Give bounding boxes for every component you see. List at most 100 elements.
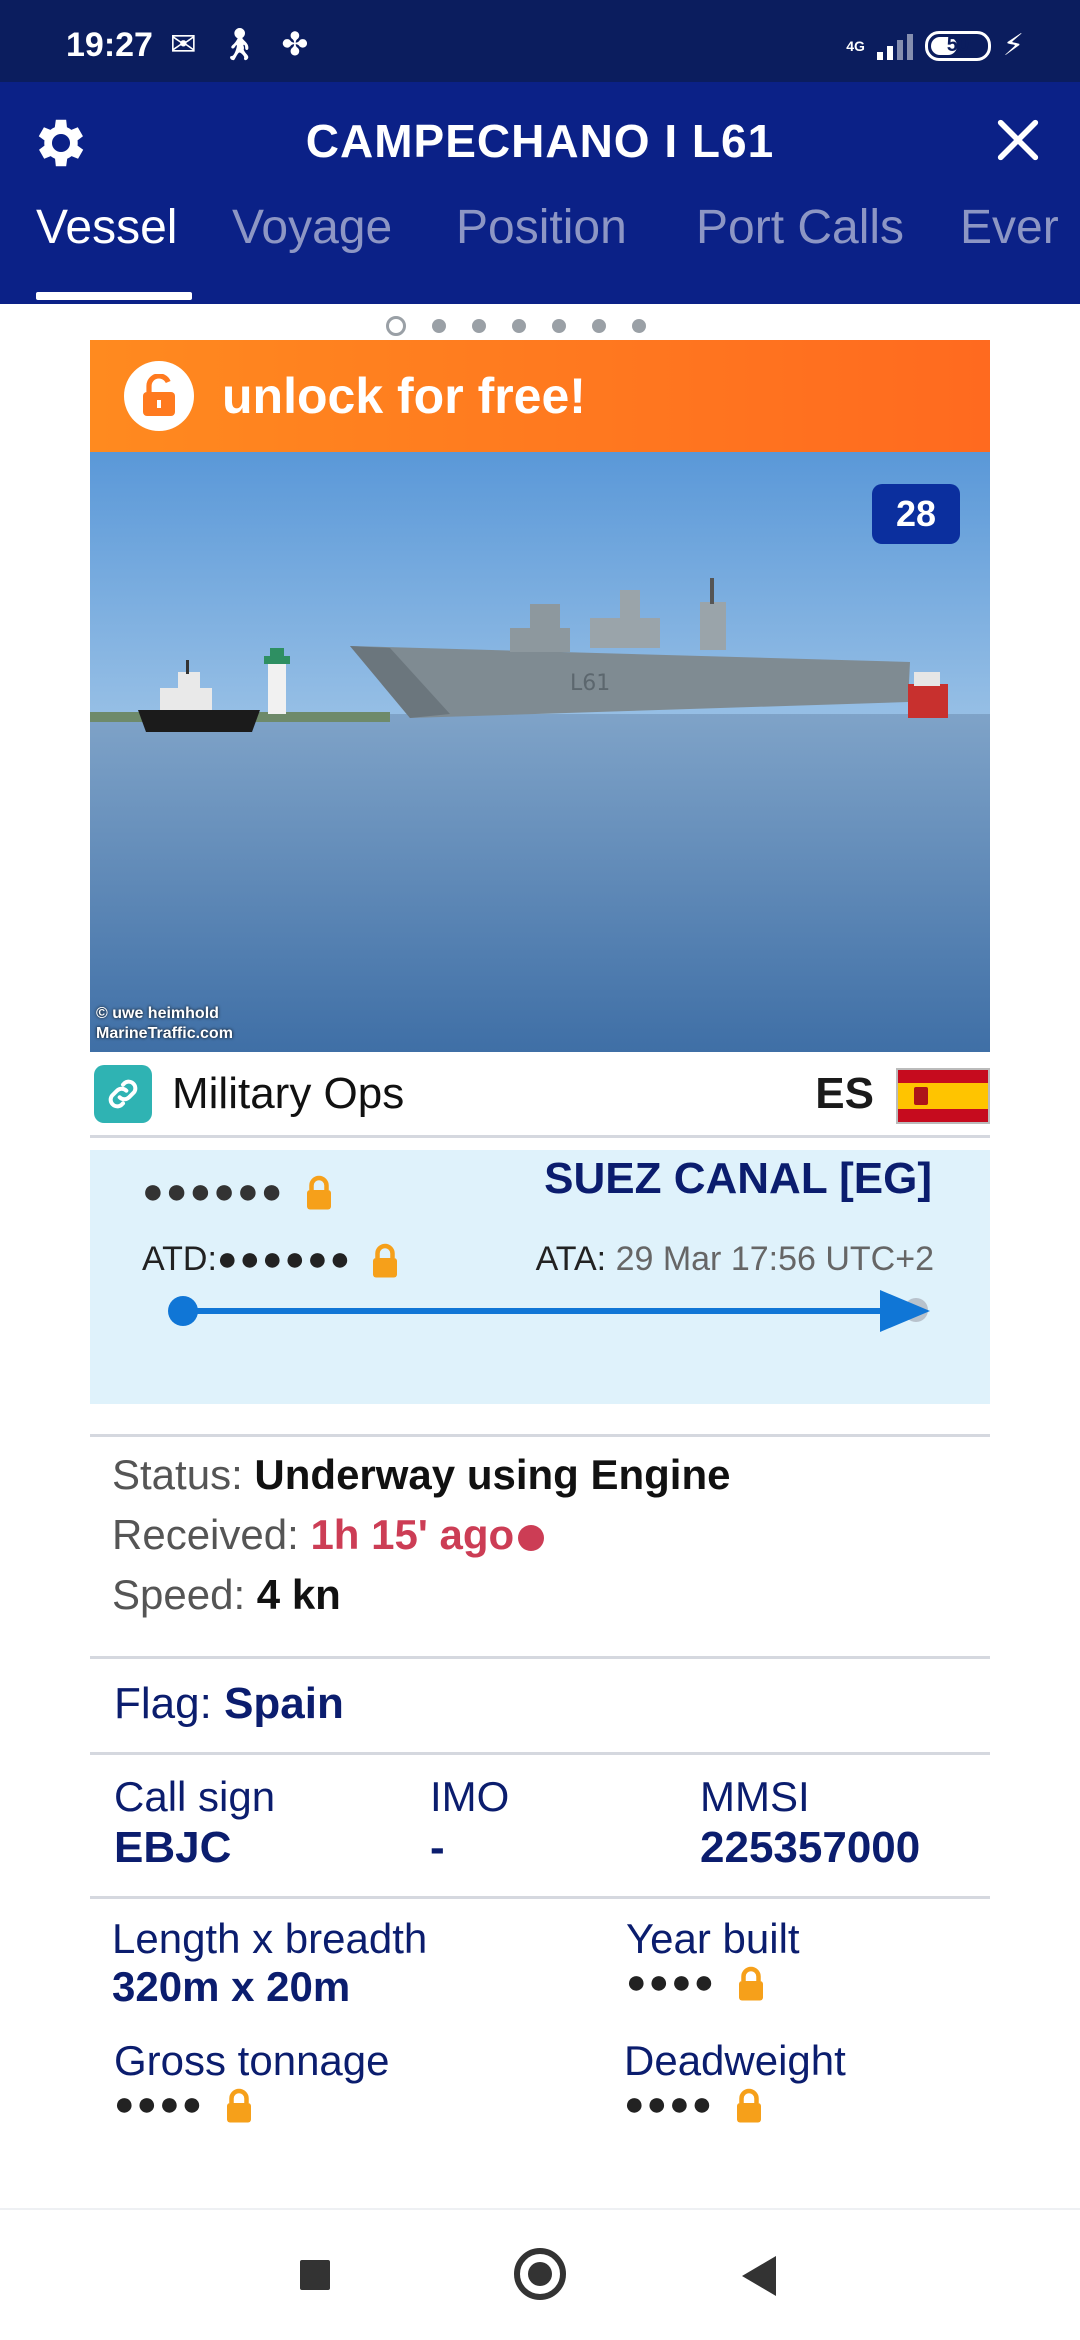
active-tab-indicator: [36, 292, 192, 300]
year-built-label: Year built: [626, 1915, 800, 1962]
flag-section: Flag: Spain: [90, 1656, 990, 1752]
unlock-icon: [124, 361, 194, 431]
deadweight-label: Deadweight: [624, 2037, 846, 2084]
tab-vessel[interactable]: Vessel: [36, 200, 177, 255]
unlock-label: unlock for free!: [222, 368, 586, 424]
lock-icon: [738, 1966, 763, 2001]
year-built-field: Year built ●●●●: [626, 1915, 800, 2002]
length-label: Length x breadth: [112, 1915, 428, 1962]
recents-button[interactable]: [300, 2260, 330, 2290]
page-dot: [592, 319, 606, 333]
voyage-start-marker: [168, 1296, 198, 1326]
length-value: 320m x 20m: [112, 1963, 351, 2010]
imo-label: IMO: [430, 1773, 510, 1820]
year-built-value: ●●●●: [626, 1963, 800, 2002]
tab-events[interactable]: Ever: [960, 200, 1059, 255]
ata-label: ATA:: [535, 1240, 607, 1278]
gross-tonnage-masked: ●●●●: [114, 2085, 205, 2123]
ship-image: L61: [90, 452, 990, 1052]
atd: ATD:●●●●●●: [142, 1240, 400, 1279]
mmsi-value: 225357000: [700, 1823, 921, 1872]
page-indicator: [386, 316, 646, 336]
tab-position[interactable]: Position: [456, 200, 627, 255]
vessel-type-label: Military Ops: [172, 1068, 405, 1118]
status-icons: ✉ 🚶︎ ✤: [170, 28, 308, 60]
received-value: 1h 15' ago: [310, 1511, 515, 1558]
atd-masked: ●●●●●●: [216, 1240, 353, 1278]
speed-value: 4 kn: [256, 1571, 341, 1618]
origin-port: ●●●●●●: [142, 1170, 334, 1212]
country-code: ES: [815, 1068, 874, 1118]
gross-tonnage-field: Gross tonnage ●●●●: [114, 2037, 390, 2124]
close-icon[interactable]: [992, 114, 1044, 166]
status-label: Status:: [112, 1451, 243, 1498]
speed-label: Speed:: [112, 1571, 246, 1618]
tab-port-calls[interactable]: Port Calls: [696, 200, 904, 255]
atd-label: ATD:: [142, 1240, 217, 1278]
mmsi-field: MMSI 225357000: [700, 1773, 920, 1873]
flag-row: Flag: Spain: [114, 1679, 344, 1729]
back-button[interactable]: [742, 2256, 776, 2296]
speed-row: Speed: 4 kn: [112, 1571, 341, 1619]
flag-value: Spain: [224, 1679, 344, 1728]
callsign-label: Call sign: [114, 1773, 276, 1820]
status-value: Underway using Engine: [254, 1451, 731, 1498]
year-built-masked: ●●●●: [626, 1963, 717, 2001]
received-row: Received: 1h 15' ago: [112, 1511, 545, 1559]
app-header: CAMPECHANO I L61 Vessel Voyage Position …: [0, 82, 1080, 304]
vessel-title: CAMPECHANO I L61: [305, 115, 775, 167]
page-dot: [512, 319, 526, 333]
mmsi-label: MMSI: [700, 1773, 810, 1820]
callsign-value: EBJC: [114, 1823, 232, 1872]
photo-credit-source: MarineTraffic.com: [96, 1025, 233, 1042]
status-time: 19:27: [66, 26, 153, 64]
lock-icon: [372, 1243, 397, 1278]
origin-masked: ●●●●●●: [142, 1170, 285, 1211]
status-right: 4G 50 ⚡︎: [846, 28, 1024, 63]
ata-value: 29 Mar 17:56 UTC+2: [615, 1240, 934, 1278]
message-icon: ✉: [170, 26, 197, 62]
voyage-summary[interactable]: ●●●●●● SUEZ CANAL [EG] ATD:●●●●●● ATA: 2…: [90, 1150, 990, 1404]
callsign-field: Call sign EBJC: [114, 1773, 275, 1873]
svg-text:L61: L61: [570, 671, 610, 696]
home-button[interactable]: [514, 2248, 566, 2300]
imo-value: -: [430, 1823, 445, 1872]
gross-tonnage-value: ●●●●: [114, 2085, 390, 2124]
tab-voyage[interactable]: Voyage: [232, 200, 392, 255]
battery-icon: 50: [924, 30, 991, 61]
battery-level: 50: [946, 34, 970, 56]
page-dot: [632, 319, 646, 333]
system-nav-bar: [0, 2210, 1080, 2340]
destination-port: SUEZ CANAL [EG]: [544, 1154, 932, 1203]
tab-bar: Vessel Voyage Position Port Calls Ever: [36, 200, 1080, 304]
lock-icon: [226, 2088, 251, 2123]
ata: ATA: 29 Mar 17:56 UTC+2: [536, 1240, 934, 1279]
voyage-arrow-icon: [880, 1290, 930, 1332]
deadweight-masked: ●●●●: [624, 2085, 715, 2123]
dimensions-section: Length x breadth 320m x 20m Year built ●…: [90, 1896, 990, 2206]
deadweight-value: ●●●●: [624, 2085, 846, 2124]
received-label: Received:: [112, 1511, 299, 1558]
page-dot: [472, 319, 486, 333]
network-label: 4G: [846, 37, 865, 54]
charging-icon: ⚡︎: [1002, 29, 1024, 62]
status-row: Status: Underway using Engine: [112, 1451, 731, 1499]
received-status-dot: [518, 1524, 545, 1551]
status-bar: 19:27 ✉ 🚶︎ ✤ 4G 50 ⚡︎: [0, 0, 1080, 82]
page-dot: [386, 316, 406, 336]
photo-credit: © uwe heimhold MarineTraffic.com: [96, 1004, 233, 1044]
page-dot: [432, 319, 446, 333]
vessel-type-row: Military Ops ES: [90, 1052, 990, 1138]
lock-icon: [736, 2088, 761, 2123]
imo-field: IMO -: [430, 1773, 509, 1873]
flag-spain-icon: [896, 1068, 990, 1124]
identifiers-section: Call sign EBJC IMO - MMSI 225357000: [90, 1752, 990, 1898]
flag-label: Flag:: [114, 1679, 212, 1728]
page-dot: [552, 319, 566, 333]
photo-count-badge[interactable]: 28: [872, 484, 960, 544]
lock-icon: [307, 1176, 332, 1210]
vessel-photo[interactable]: L61 28 © uwe heimhold MarineTraffic.com: [90, 452, 990, 1052]
fan-icon: ✤: [281, 26, 309, 62]
status-section: Status: Underway using Engine Received: …: [90, 1434, 990, 1658]
unlock-banner[interactable]: unlock for free!: [90, 340, 990, 452]
